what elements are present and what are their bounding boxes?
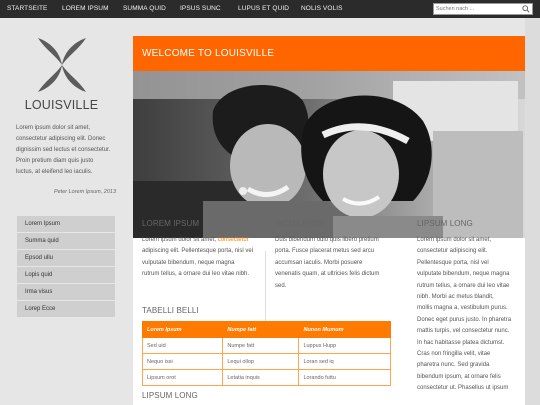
search-input[interactable] — [436, 4, 520, 14]
table-header-row: Lorem Ipsum Numpe fatt Nunon Mumum — [141, 321, 391, 338]
couple-photo-image — [133, 71, 525, 238]
table-cell: Sed uid — [141, 337, 224, 354]
text-line: vulputate bibendum, neque magna — [142, 259, 235, 266]
side-menu-item-irma-visus[interactable]: Irma visus — [17, 284, 115, 301]
text-line: Pellentesque porta, nisl vel — [417, 259, 489, 266]
table-title: TABELLI BELLI — [142, 306, 199, 315]
table-cell: Numpe fatt — [222, 337, 300, 354]
table-cell: Nequo issi — [141, 353, 224, 370]
nav-item-lupus-et-quid[interactable]: LUPUS ET QUID — [238, 0, 289, 18]
text-line: sed. — [275, 282, 287, 289]
text-line: consectetur adipiscing elit. — [417, 248, 488, 255]
column-text-lipsum-long: Lorem ipsum dolor sit amet, consectetur … — [417, 235, 525, 395]
search-box — [433, 3, 533, 15]
quote-attribution: Peter Lorem Ipsum, 2013 — [53, 189, 116, 195]
text-line: Donec eget purus justo. In pharetra — [417, 316, 512, 323]
intro-line: Proin pretium diam quis justo — [16, 158, 94, 164]
side-menu-item-epsod-ullu[interactable]: Epsod ullu — [17, 250, 115, 267]
side-menu-item-lopis-quid[interactable]: Lopis quid — [17, 267, 115, 284]
column-title-lipsum-long: LIPSUM LONG — [417, 219, 473, 228]
nav-item-summa-quid[interactable]: SUMMA QUID — [123, 0, 166, 18]
page-title: WELCOME TO LOUISVILLE — [142, 48, 275, 59]
table-row: Lipsum orot Letatia inquis Lorando futtu — [141, 369, 391, 386]
table-header-cell: Lorem Ipsum — [141, 321, 224, 338]
text-line: rutrum tellus, a ornare dui leo vitae — [417, 282, 510, 289]
text-line: Duis bibendum odio quis libero pretium — [275, 237, 379, 243]
nav-item-lorem-ipsum[interactable]: LOREM IPSUM — [62, 0, 109, 18]
consectetur-link[interactable]: consectetur — [218, 237, 249, 243]
side-menu-item-lorep-ecce[interactable]: Lorep Ecce — [17, 301, 115, 318]
text-line: porta. Fusce placerat metus sed arcu — [275, 248, 375, 255]
table-header-cell: Numpe fatt — [222, 321, 300, 338]
column-text-vicus-epse: Duis bibendum odio quis libero pretium p… — [275, 235, 399, 292]
text-line: bibendum ipsum, at ornare felis — [417, 373, 501, 380]
table-cell: Luppus Hupp — [298, 337, 391, 354]
table-cell: Lipsum orot — [141, 369, 224, 386]
main-content: WELCOME TO LOUISVILLE LOREM IPSUM Lorem … — [133, 36, 525, 405]
table-cell: Lequi ollop — [222, 353, 300, 370]
nav-item-startseite[interactable]: STARTSEITE — [7, 0, 48, 18]
text-line: consectetur ut. Phasellus ut ipsum — [417, 385, 509, 392]
text-line: pharetra nunc. Sed gravida — [417, 362, 490, 369]
left-sidebar: LOUISVILLE Lorem ipsum dolor sit amet, c… — [0, 18, 133, 405]
table-cell: Lorando futtu — [298, 369, 391, 386]
text-line: mattis turpis, vel consectetur nunc. — [417, 328, 510, 335]
text-line: In hac habitasse platea dictumst. — [417, 339, 505, 346]
text-line: Lorem ipsum dolor sit amet, consectetur — [142, 235, 262, 246]
bottom-section-title: LIPSUM LONG — [142, 391, 198, 400]
intro-text: Lorem ipsum dolor sit amet, consectetur … — [16, 123, 118, 178]
side-menu-item-summa-quid[interactable]: Summa quid — [17, 233, 115, 250]
intro-line: Lorem ipsum dolor sit amet, — [16, 125, 91, 131]
top-nav-bar: STARTSEITE LOREM IPSUM SUMMA QUID IPSUS … — [0, 0, 540, 18]
nav-item-nolis-volis[interactable]: NOLIS VOLIS — [301, 0, 343, 18]
intro-line: dignissim sed lectus et consectetur. — [16, 147, 111, 153]
text-line: adipiscing elit. Pellentesque porta, nis… — [142, 248, 254, 255]
side-menu: Lorem Ipsum Summa quid Epsod ullu Lopis … — [17, 216, 115, 318]
column-title-vicus-epse: VICUS EPSE — [275, 219, 325, 228]
data-table: Lorem Ipsum Numpe fatt Nunon Mumum Sed u… — [141, 321, 391, 386]
table-row: Sed uid Numpe fatt Luppus Hupp — [141, 337, 391, 354]
table-row: Nequo issi Lequi ollop Loran sed iq — [141, 353, 391, 370]
louisville-logo-icon — [38, 38, 86, 92]
text-line: Cras non fringilla velit, vitae — [417, 351, 491, 358]
welcome-banner: WELCOME TO LOUISVILLE — [133, 36, 525, 71]
table-cell: Loran sed iq — [298, 353, 391, 370]
intro-line: luctus, at eleifend leo iaculis. — [16, 169, 93, 175]
table-header-cell: Nunon Mumum — [298, 321, 391, 338]
text-span: Lorem ipsum dolor sit amet, — [142, 237, 218, 243]
text-line: accumsan iaculis. Morbi posuere — [275, 259, 363, 266]
side-menu-item-lorem-ipsum[interactable]: Lorem Ipsum — [17, 216, 115, 233]
column-text-lorem-ipsum: Lorem ipsum dolor sit amet, consectetur … — [142, 235, 262, 281]
table-cell: Letatia inquis — [222, 369, 300, 386]
text-line: nibh. Morbi ac metus blandit, — [417, 294, 494, 301]
intro-line: consectetur adipiscing elit. Donec — [16, 136, 106, 142]
text-line: vulputate bibendum, neque magna — [417, 271, 510, 278]
column-title-lorem-ipsum: LOREM IPSUM — [142, 219, 200, 228]
text-line: rutrum tellus, a ornare dui leo vitae ni… — [142, 271, 250, 278]
right-margin — [525, 18, 540, 405]
hero-photo — [133, 71, 525, 238]
text-line: venenatis quam, at ultricies felis dictu… — [275, 271, 380, 278]
brand-name: LOUISVILLE — [24, 98, 99, 112]
search-icon[interactable] — [522, 5, 530, 13]
text-line: mollis magna a, vestibulum purus. — [417, 305, 508, 312]
text-line: Lorem ipsum dolor sit amet, — [417, 237, 492, 243]
nav-item-ipsus-sunc[interactable]: IPSUS SUNC — [180, 0, 221, 18]
